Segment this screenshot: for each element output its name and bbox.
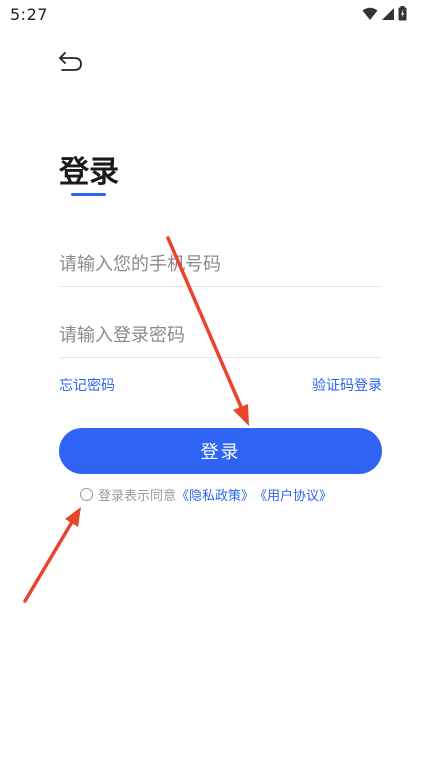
status-time: 5:27 — [10, 5, 48, 24]
phone-input[interactable] — [59, 243, 382, 287]
wifi-icon — [362, 7, 378, 20]
privacy-policy-link[interactable]: 《隐私政策》 — [176, 485, 254, 504]
login-button[interactable]: 登录 — [59, 428, 382, 474]
arrow-to-agree-checkbox — [23, 507, 81, 603]
back-arrow-icon — [59, 52, 82, 71]
password-input[interactable] — [59, 314, 382, 358]
agreement-row: 登录表示同意 《隐私政策》 《用户协议》 — [80, 485, 332, 504]
forgot-password-link[interactable]: 忘记密码 — [59, 375, 115, 395]
page-title: 登录 — [59, 155, 119, 190]
title-underline — [71, 193, 106, 196]
agree-checkbox[interactable] — [80, 488, 93, 501]
login-screen: 5:27 登录 忘记密码 验证码登录 登录 登录表示同意 《隐私政策》 《用 — [0, 0, 439, 780]
agreement-text: 登录表示同意 — [98, 489, 177, 504]
back-button[interactable] — [56, 49, 86, 75]
battery-icon — [398, 6, 407, 21]
user-agreement-link[interactable]: 《用户协议》 — [254, 485, 332, 504]
signal-icon — [382, 7, 394, 20]
status-icons — [362, 6, 407, 21]
code-login-link[interactable]: 验证码登录 — [312, 375, 382, 395]
